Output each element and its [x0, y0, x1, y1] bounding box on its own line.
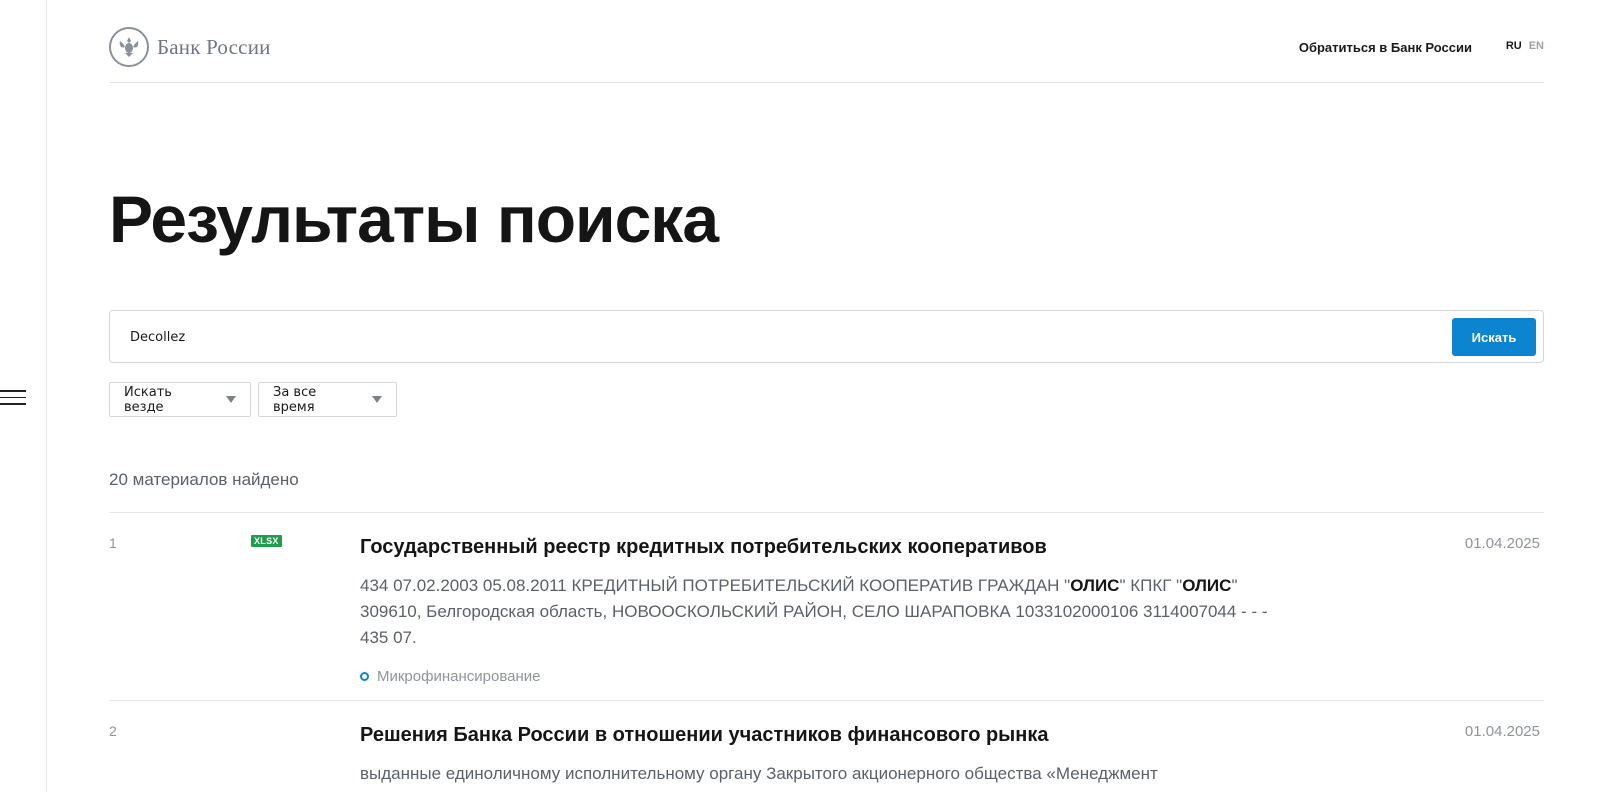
highlight-match: ОЛИС	[1182, 576, 1232, 595]
logo-text: Банк России	[157, 34, 271, 59]
contact-bank-link[interactable]: Обратиться в Банк России	[1299, 40, 1472, 55]
search-input[interactable]	[130, 325, 1410, 349]
highlight-match: ОЛИС	[1070, 576, 1120, 595]
circle-dot-icon	[360, 672, 369, 681]
file-type-badge: XLSX	[251, 535, 282, 547]
result-category-label: Микрофинансирование	[377, 668, 541, 685]
lang-ru-link[interactable]: RU	[1506, 40, 1522, 52]
page-title: Результаты поиска	[109, 182, 719, 256]
result-date: 01.04.2025	[1464, 723, 1540, 740]
result-snippet: выданные единоличному исполнительному ор…	[360, 764, 1158, 783]
search-scope-dropdown[interactable]: Искать везде	[109, 382, 251, 417]
logo[interactable]: Банк России	[109, 27, 271, 67]
result-number: 1	[109, 535, 117, 551]
bank-emblem-icon	[109, 27, 149, 67]
search-filters: Искать везде За все время	[109, 382, 397, 417]
caret-down-icon	[372, 396, 382, 403]
hamburger-menu-icon[interactable]	[0, 390, 26, 408]
search-scope-value: Искать везде	[124, 384, 172, 415]
time-range-dropdown[interactable]: За все время	[258, 382, 397, 417]
lang-en-link[interactable]: EN	[1529, 40, 1544, 52]
result-title-link[interactable]: Государственный реестр кредитных потреби…	[360, 536, 1047, 559]
result-title-link[interactable]: Решения Банка России в отношении участни…	[360, 724, 1048, 747]
result-item: 1 XLSX Государственный реестр кредитных …	[109, 512, 1544, 700]
results-list: 1 XLSX Государственный реестр кредитных …	[109, 512, 1544, 792]
result-number: 2	[109, 723, 117, 739]
search-button[interactable]: Искать	[1452, 318, 1536, 356]
results-count: 20 материалов найдено	[109, 470, 299, 489]
result-date: 01.04.2025	[1464, 535, 1540, 552]
search-box: Искать	[109, 310, 1544, 363]
time-range-value: За все время	[273, 384, 317, 415]
main-content: Банк России Обратиться в Банк России RU …	[109, 0, 1544, 783]
language-switcher: RU EN	[1506, 40, 1544, 52]
caret-down-icon	[226, 396, 236, 403]
site-header: Банк России Обратиться в Банк России RU …	[109, 0, 1544, 83]
result-item: 2 Решения Банка России в отношении участ…	[109, 700, 1544, 792]
left-rail	[0, 0, 47, 792]
result-category-tag[interactable]: Микрофинансирование	[360, 668, 540, 685]
result-snippet: 434 07.02.2003 05.08.2011 КРЕДИТНЫЙ ПОТР…	[360, 576, 1268, 647]
